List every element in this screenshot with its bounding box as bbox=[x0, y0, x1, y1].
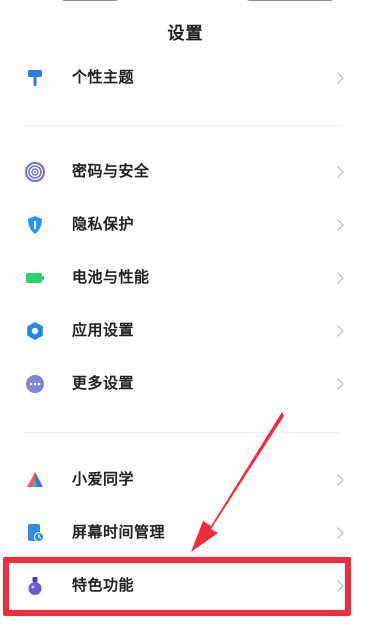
status-bar-right-glyphs bbox=[245, 0, 335, 1]
battery-icon bbox=[25, 268, 45, 288]
settings-item-theme[interactable]: 个性主题 bbox=[0, 52, 371, 104]
chevron-right-icon bbox=[336, 70, 345, 84]
chevron-right-icon bbox=[336, 578, 345, 592]
settings-item-label: 屏幕时间管理 bbox=[72, 523, 166, 541]
settings-item-label: 小爱同学 bbox=[72, 470, 135, 488]
section-divider bbox=[25, 432, 341, 433]
chevron-right-icon bbox=[336, 323, 345, 337]
paint-roller-icon bbox=[25, 68, 45, 88]
settings-item-screen-time[interactable]: 屏幕时间管理 bbox=[0, 507, 371, 559]
settings-item-more-settings[interactable]: 更多设置 bbox=[0, 358, 371, 410]
status-bar-left-glyphs bbox=[60, 0, 120, 1]
chevron-right-icon bbox=[336, 525, 345, 539]
settings-item-xiaoai[interactable]: 小爱同学 bbox=[0, 454, 371, 506]
settings-item-privacy[interactable]: 隐私保护 bbox=[0, 199, 371, 251]
settings-item-special-features[interactable]: 特色功能 bbox=[0, 560, 371, 612]
chevron-right-icon bbox=[336, 217, 345, 231]
settings-item-label: 个性主题 bbox=[72, 68, 135, 86]
settings-item-label: 电池与性能 bbox=[72, 268, 150, 286]
settings-item-battery[interactable]: 电池与性能 bbox=[0, 252, 371, 304]
page-title: 设置 bbox=[167, 24, 204, 44]
settings-screen: 设置 个性主题 密码与安全 隐私保护 电池与性能 应用设置 更多设置 小爱同学 … bbox=[0, 0, 371, 635]
chevron-right-icon bbox=[336, 472, 345, 486]
settings-item-label: 特色功能 bbox=[72, 576, 135, 594]
settings-item-password-security[interactable]: 密码与安全 bbox=[0, 146, 371, 198]
gear-icon bbox=[25, 321, 45, 341]
chevron-right-icon bbox=[336, 270, 345, 284]
section-divider bbox=[25, 125, 341, 126]
xiaoai-icon bbox=[25, 470, 45, 490]
chevron-right-icon bbox=[336, 376, 345, 390]
settings-item-app-settings[interactable]: 应用设置 bbox=[0, 305, 371, 357]
flask-icon bbox=[25, 576, 45, 596]
settings-item-label: 密码与安全 bbox=[72, 162, 150, 180]
settings-item-label: 应用设置 bbox=[72, 321, 135, 339]
more-icon bbox=[25, 374, 45, 394]
fingerprint-icon bbox=[25, 162, 45, 182]
shield-icon bbox=[25, 215, 45, 235]
screen-time-icon bbox=[25, 523, 45, 543]
settings-item-label: 更多设置 bbox=[72, 374, 135, 392]
settings-item-label: 隐私保护 bbox=[72, 215, 135, 233]
status-bar bbox=[0, 0, 371, 5]
chevron-right-icon bbox=[336, 164, 345, 178]
